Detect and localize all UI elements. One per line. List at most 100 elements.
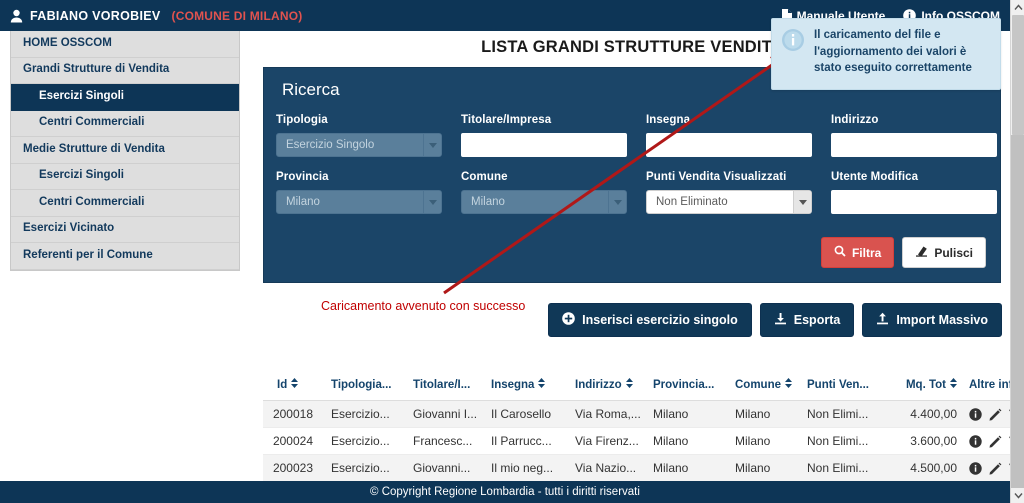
info-circle-icon: [781, 28, 805, 89]
titolare-input[interactable]: [461, 133, 627, 157]
scrollbar-track[interactable]: [1011, 135, 1024, 488]
table-action-buttons: Inserisci esercizio singolo Esporta Impo…: [548, 303, 1002, 337]
results-table: Id Tipologia... Titolare/I... Insegna In…: [263, 375, 1024, 482]
vertical-scrollbar[interactable]: [1010, 0, 1024, 503]
column-header-provincia[interactable]: Provincia...: [647, 375, 729, 401]
field-utente-modifica: Utente Modifica: [831, 157, 1014, 214]
insegna-input[interactable]: [646, 133, 812, 157]
cell-indirizzo: Via Roma,...: [569, 400, 647, 428]
field-tipologia: Tipologia Esercizio Singolo: [276, 114, 459, 157]
sidebar-item-grandi-centri-commerciali[interactable]: Centri Commerciali: [11, 111, 239, 137]
sort-icon[interactable]: [785, 378, 792, 391]
column-label: Id: [277, 378, 288, 391]
cell-comune: Milano: [729, 427, 801, 455]
comune-select[interactable]: Milano: [461, 190, 627, 214]
table-row[interactable]: 200024 Esercizio... Francesc... Il Parru…: [263, 427, 1024, 455]
table-row[interactable]: 200018 Esercizio... Giovanni I... Il Car…: [263, 400, 1024, 428]
field-label: Punti Vendita Visualizzati: [646, 171, 787, 183]
field-label: Utente Modifica: [831, 171, 919, 183]
column-header-tipologia[interactable]: Tipologia...: [325, 375, 407, 401]
sidebar-item-label: Esercizi Vicinato: [23, 222, 115, 235]
sidebar-item-grandi-esercizi-singoli[interactable]: Esercizi Singoli: [11, 84, 239, 111]
cell-mq-tot: 3.600,00: [883, 427, 963, 455]
cell-punti-vendita: Non Elimi...: [801, 400, 883, 428]
field-label: Indirizzo: [831, 114, 879, 126]
info-icon[interactable]: [969, 461, 982, 475]
cell-id: 200023: [263, 454, 325, 482]
sidebar-item-medie-esercizi-singoli[interactable]: Esercizi Singoli: [11, 164, 239, 190]
field-provincia: Provincia Milano: [276, 157, 459, 214]
sidebar-item-label: Esercizi Singoli: [39, 89, 124, 102]
plus-circle-icon: [562, 312, 575, 328]
column-label: Mq. Tot: [905, 378, 946, 391]
search-panel: Ricerca Tipologia Esercizio Singolo Tito…: [263, 67, 1001, 283]
sidebar-item-referenti-comune[interactable]: Referenti per il Comune: [11, 243, 239, 270]
scroll-down-icon[interactable]: [1011, 488, 1024, 503]
success-notification: Il caricamento del file e l'aggiornament…: [771, 18, 1001, 90]
notification-message: Il caricamento del file e l'aggiornament…: [814, 29, 972, 75]
sidebar-navigation: HOME OSSCOM Grandi Strutture di Vendita …: [10, 31, 240, 271]
column-header-indirizzo[interactable]: Indirizzo: [569, 375, 647, 401]
table-row[interactable]: 200023 Esercizio... Giovanni... Il mio n…: [263, 454, 1024, 482]
sidebar-item-grandi-strutture[interactable]: Grandi Strutture di Vendita: [11, 58, 239, 84]
cell-punti-vendita: Non Elimi...: [801, 454, 883, 482]
field-label: Provincia: [276, 171, 329, 183]
sort-icon[interactable]: [538, 378, 546, 391]
sidebar-item-medie-strutture[interactable]: Medie Strutture di Vendita: [11, 137, 239, 164]
pencil-icon[interactable]: [989, 408, 1002, 421]
cell-insegna: Il Carosello: [485, 400, 569, 428]
utente-modifica-input[interactable]: [831, 190, 997, 214]
cell-id: 200018: [263, 400, 325, 428]
chevron-down-icon: [423, 134, 441, 156]
import-massivo-button[interactable]: Import Massivo: [862, 303, 1002, 337]
footer-copyright: © Copyright Regione Lombardia - tutti i …: [370, 486, 640, 498]
application-window: FABIANO VOROBIEV (COMUNE DI MILANO) Manu…: [0, 0, 1024, 503]
sort-icon[interactable]: [625, 378, 633, 391]
info-icon[interactable]: [969, 434, 982, 448]
sidebar-item-label: Medie Strutture di Vendita: [23, 142, 165, 155]
column-header-insegna[interactable]: Insegna: [485, 375, 569, 401]
column-header-comune[interactable]: Comune: [729, 375, 801, 401]
results-table-container: Id Tipologia... Titolare/I... Insegna In…: [263, 375, 1024, 482]
pencil-icon[interactable]: [989, 462, 1002, 475]
upload-icon: [876, 312, 889, 328]
current-user: FABIANO VOROBIEV (COMUNE DI MILANO): [10, 9, 302, 23]
tipologia-select[interactable]: Esercizio Singolo: [276, 133, 442, 157]
field-label: Tipologia: [276, 114, 328, 126]
provincia-select[interactable]: Milano: [276, 190, 442, 214]
cell-mq-tot: 4.400,00: [883, 400, 963, 428]
pulisci-button[interactable]: Pulisci: [902, 237, 986, 268]
cell-indirizzo: Via Nazio...: [569, 454, 647, 482]
scrollbar-thumb[interactable]: [1012, 15, 1024, 135]
table-body: 200018 Esercizio... Giovanni I... Il Car…: [263, 400, 1024, 482]
filtra-button[interactable]: Filtra: [820, 237, 895, 268]
esporta-button[interactable]: Esporta: [759, 303, 855, 337]
cell-comune: Milano: [729, 400, 801, 428]
sort-icon[interactable]: [950, 378, 957, 391]
field-label: Titolare/Impresa: [461, 114, 552, 126]
indirizzo-input[interactable]: [831, 133, 997, 157]
column-header-mq-tot[interactable]: Mq. Tot: [883, 375, 963, 401]
field-insegna: Insegna: [646, 114, 829, 157]
sort-icon[interactable]: [291, 378, 299, 391]
sidebar-item-medie-centri-commerciali[interactable]: Centri Commerciali: [11, 190, 239, 217]
scroll-up-icon[interactable]: [1011, 0, 1024, 15]
download-icon: [774, 312, 787, 328]
inserisci-esercizio-singolo-button[interactable]: Inserisci esercizio singolo: [548, 303, 752, 337]
punti-vendita-value: Non Eliminato: [656, 196, 728, 208]
user-name: FABIANO VOROBIEV: [30, 8, 161, 23]
punti-vendita-select[interactable]: Non Eliminato: [646, 190, 812, 214]
cell-titolare: Giovanni I...: [407, 400, 485, 428]
field-indirizzo: Indirizzo: [831, 114, 1014, 157]
info-icon[interactable]: [969, 407, 982, 421]
pencil-icon[interactable]: [989, 435, 1002, 448]
sidebar-item-esercizi-vicinato[interactable]: Esercizi Vicinato: [11, 217, 239, 243]
column-label: Titolare/I...: [413, 378, 471, 391]
column-header-id[interactable]: Id: [263, 375, 325, 401]
import-massivo-label: Import Massivo: [896, 313, 988, 327]
column-header-titolare[interactable]: Titolare/I...: [407, 375, 485, 401]
sidebar-item-home-osscom[interactable]: HOME OSSCOM: [11, 31, 239, 58]
column-header-punti-vendita[interactable]: Punti Ven...: [801, 375, 883, 401]
chevron-down-icon: [793, 191, 811, 213]
cell-mq-tot: 4.500,00: [883, 454, 963, 482]
